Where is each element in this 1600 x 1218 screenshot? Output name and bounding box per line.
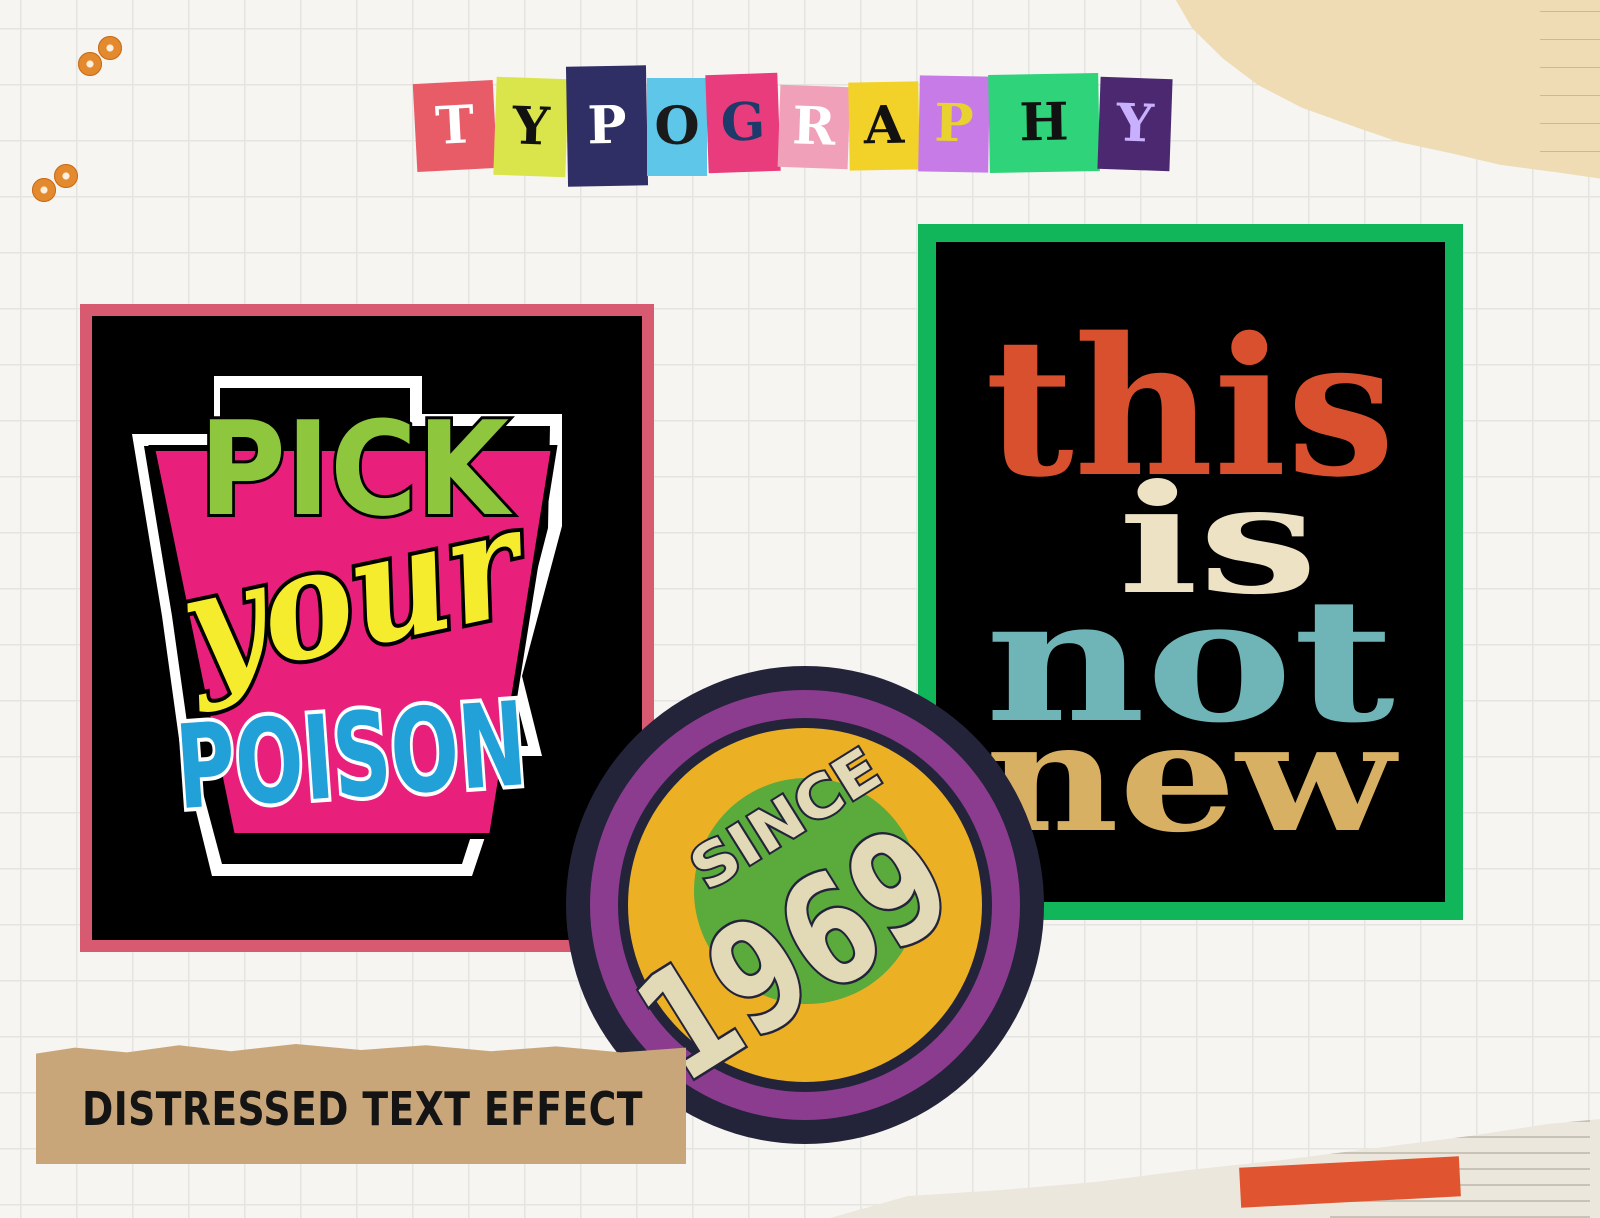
sequin-icon <box>32 178 56 202</box>
caption-text: DISTRESSED TEXT EFFECT <box>82 1082 643 1136</box>
title-letter: P <box>565 65 649 187</box>
title-letter: H <box>988 73 1100 173</box>
masking-tape: DISTRESSED TEXT EFFECT <box>36 1044 686 1164</box>
title-letter: Y <box>1097 76 1173 172</box>
title-letter: T <box>412 79 498 173</box>
new-text: new <box>985 690 1400 866</box>
title-letter: R <box>777 84 851 170</box>
title-letter: P <box>918 75 990 173</box>
title-typography: T Y P O G R A P H Y <box>412 60 1195 195</box>
pick-your-poison-artwork: PICK POISON your <box>132 376 562 876</box>
sequin-icon <box>54 164 78 188</box>
title-letter: Y <box>493 76 569 178</box>
torn-paper-top-right <box>1170 0 1600 180</box>
title-letter: G <box>705 72 781 174</box>
sequin-icon <box>78 52 102 76</box>
title-letter: O <box>647 78 707 176</box>
sequin-icon <box>98 36 122 60</box>
title-letter: A <box>848 81 920 171</box>
